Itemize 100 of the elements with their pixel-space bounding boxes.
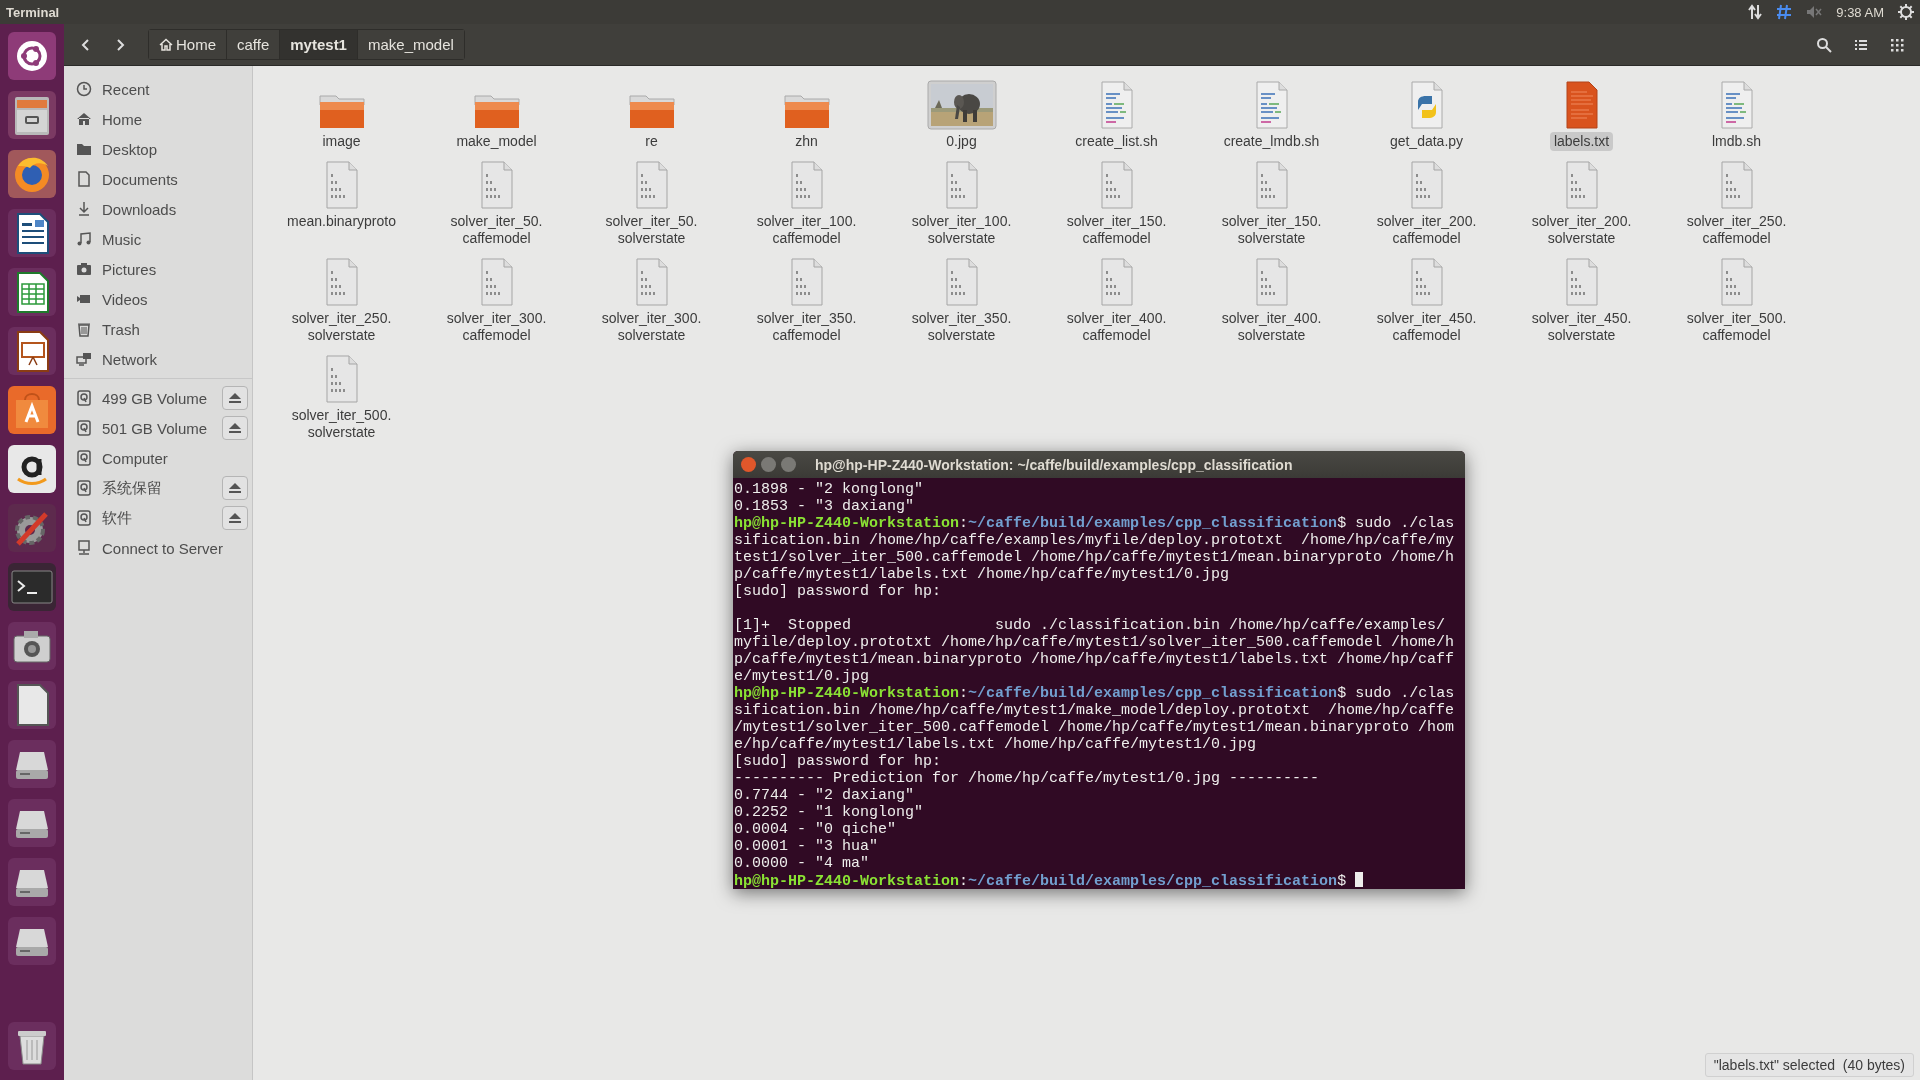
output-line: 0.0000 - "4 ma" (734, 855, 870, 872)
file-name[interactable]: solver_iter_150.solverstate (1197, 212, 1346, 248)
sidebar-item[interactable]: Documents (64, 164, 252, 194)
sidebar-item[interactable]: Network (64, 344, 252, 374)
clock[interactable]: 9:38 AM (1836, 4, 1884, 20)
sidebar-item[interactable]: 501 GB Volume (64, 413, 252, 443)
sidebar-item[interactable]: Pictures (64, 254, 252, 284)
sidebar-item[interactable]: 软件 (64, 503, 252, 533)
search-icon (1816, 36, 1832, 53)
minimize-button[interactable] (761, 457, 776, 472)
file-name[interactable]: solver_iter_450.solverstate (1507, 309, 1656, 345)
output-line: e/mytest1/0.jpg (734, 668, 870, 685)
file-name[interactable]: solver_iter_300.solverstate (577, 309, 726, 345)
shopping-bag-icon[interactable] (8, 386, 56, 434)
status-bubble: "labels.txt" selected (40 bytes) (1704, 1053, 1914, 1077)
network-icon[interactable] (1748, 4, 1763, 20)
drive-icon[interactable] (8, 917, 56, 965)
eject-button[interactable] (222, 476, 248, 500)
drive-icon[interactable] (8, 740, 56, 788)
file-name[interactable]: mean.binaryproto (283, 212, 400, 231)
file-name[interactable]: solver_iter_50.solverstate (577, 212, 726, 248)
sidebar-item[interactable]: Computer (64, 443, 252, 473)
output-line: [sudo] password for hp: (734, 753, 942, 770)
writer-icon[interactable] (8, 209, 56, 257)
file-name[interactable]: make_model (452, 132, 541, 151)
output-line: sification.bin /home/hp/caffe/examples/myfile/deploy.prototxt /home/hp/caffe/my (734, 532, 1455, 549)
document-icon[interactable] (8, 681, 56, 729)
file-name[interactable]: solver_iter_500.caffemodel (1662, 309, 1811, 345)
prompt-line: hp@hp-HP-Z440-Workstation:~/caffe/build/examples/cpp_classification$ (734, 873, 1347, 889)
firefox-icon[interactable] (8, 150, 56, 198)
drive-icon[interactable] (8, 858, 56, 906)
file-name[interactable]: solver_iter_250.caffemodel (1662, 212, 1811, 248)
output-line: 0.7744 - "2 daxiang" (734, 787, 915, 804)
spreadsheet-icon[interactable] (8, 268, 56, 316)
eject-icon (228, 422, 242, 434)
file-name[interactable]: get_data.py (1385, 132, 1468, 151)
sidebar-item[interactable]: Videos (64, 284, 252, 314)
file-name[interactable]: solver_iter_50.caffemodel (422, 212, 571, 248)
file-name[interactable]: solver_iter_350.caffemodel (732, 309, 881, 345)
file-name[interactable]: solver_iter_450.caffemodel (1352, 309, 1501, 345)
computer-icon (76, 540, 92, 556)
file-name[interactable]: re (641, 132, 662, 151)
list-icon (1854, 38, 1868, 51)
file-name[interactable]: solver_iter_200.caffemodel (1352, 212, 1501, 248)
letter-a-icon[interactable] (8, 445, 56, 493)
terminal-icon[interactable] (8, 563, 56, 611)
file-name[interactable]: create_list.sh (1071, 132, 1162, 151)
sidebar-item[interactable]: Home (64, 104, 252, 134)
file-name[interactable]: solver_iter_150.caffemodel (1042, 212, 1191, 248)
presentation-icon[interactable] (8, 327, 56, 375)
output-line: [1]+ Stopped sudo ./classification.bin /home/hp/caffe/examples/ (734, 617, 1446, 634)
output-line: 0.2252 - "1 konglong" (734, 804, 924, 821)
sidebar-item[interactable]: Recent (64, 74, 252, 104)
drive-icon (76, 390, 92, 406)
volume-muted-icon[interactable] (1806, 5, 1823, 19)
trash-icon[interactable] (8, 1022, 56, 1070)
breadcrumb-button[interactable]: Home (149, 30, 227, 59)
maximize-button[interactable] (781, 457, 796, 472)
grid-icon (1890, 37, 1904, 52)
file-name[interactable]: create_lmdb.sh (1219, 132, 1324, 151)
sidebar-item[interactable]: Connect to Server (64, 533, 252, 563)
file-name[interactable]: 0.jpg (942, 132, 981, 151)
output-line: e/hp/caffe/mytest1/labels.txt /home/hp/caffe/mytest1/0.jpg (734, 736, 1257, 753)
drive-icon (76, 450, 92, 466)
eject-icon (228, 482, 242, 494)
window-title: hp@hp-HP-Z440-Workstation: ~/caffe/build/examples/cpp_classification (815, 456, 1293, 473)
file-name[interactable]: solver_iter_400.caffemodel (1042, 309, 1191, 345)
file-name[interactable]: solver_iter_100.solverstate (887, 212, 1036, 248)
sidebar-item[interactable]: Trash (64, 314, 252, 344)
file-cabinet-icon[interactable] (8, 91, 56, 139)
file-name[interactable]: solver_iter_350.solverstate (887, 309, 1036, 345)
eject-button[interactable] (222, 506, 248, 530)
file-name[interactable]: solver_iter_300.caffemodel (422, 309, 571, 345)
settings-icon[interactable] (1898, 4, 1914, 20)
music-icon (76, 231, 92, 247)
file-name[interactable]: solver_iter_200.solverstate (1507, 212, 1656, 248)
file-name[interactable]: solver_iter_250.solverstate (267, 309, 416, 345)
sidebar-item[interactable]: Downloads (64, 194, 252, 224)
file-name[interactable]: lmdb.sh (1708, 132, 1765, 151)
close-button[interactable] (741, 457, 756, 472)
breadcrumb-button[interactable]: mytest1 (280, 30, 358, 59)
ubuntu-logo-icon[interactable] (8, 32, 56, 80)
file-name[interactable]: solver_iter_400.solverstate (1197, 309, 1346, 345)
sidebar-item[interactable]: Desktop (64, 134, 252, 164)
sidebar-item[interactable]: 499 GB Volume (64, 383, 252, 413)
file-name[interactable]: solver_iter_100.caffemodel (732, 212, 881, 248)
clock-icon (76, 81, 92, 97)
trash-icon (76, 321, 92, 337)
system-settings-icon[interactable] (8, 504, 56, 552)
file-name[interactable]: labels.txt (1549, 132, 1614, 151)
file-name[interactable]: zhn (791, 132, 822, 151)
eject-button[interactable] (222, 386, 248, 410)
sidebar-item[interactable]: Music (64, 224, 252, 254)
file-name[interactable]: image (318, 132, 365, 151)
camera-icon[interactable] (8, 622, 56, 670)
output-line: 0.0004 - "0 qiche" (734, 821, 897, 838)
drive-icon[interactable] (8, 799, 56, 847)
eject-button[interactable] (222, 416, 248, 440)
file-name[interactable]: solver_iter_500.solverstate (267, 406, 416, 442)
sidebar-item[interactable]: 系统保留 (64, 473, 252, 503)
